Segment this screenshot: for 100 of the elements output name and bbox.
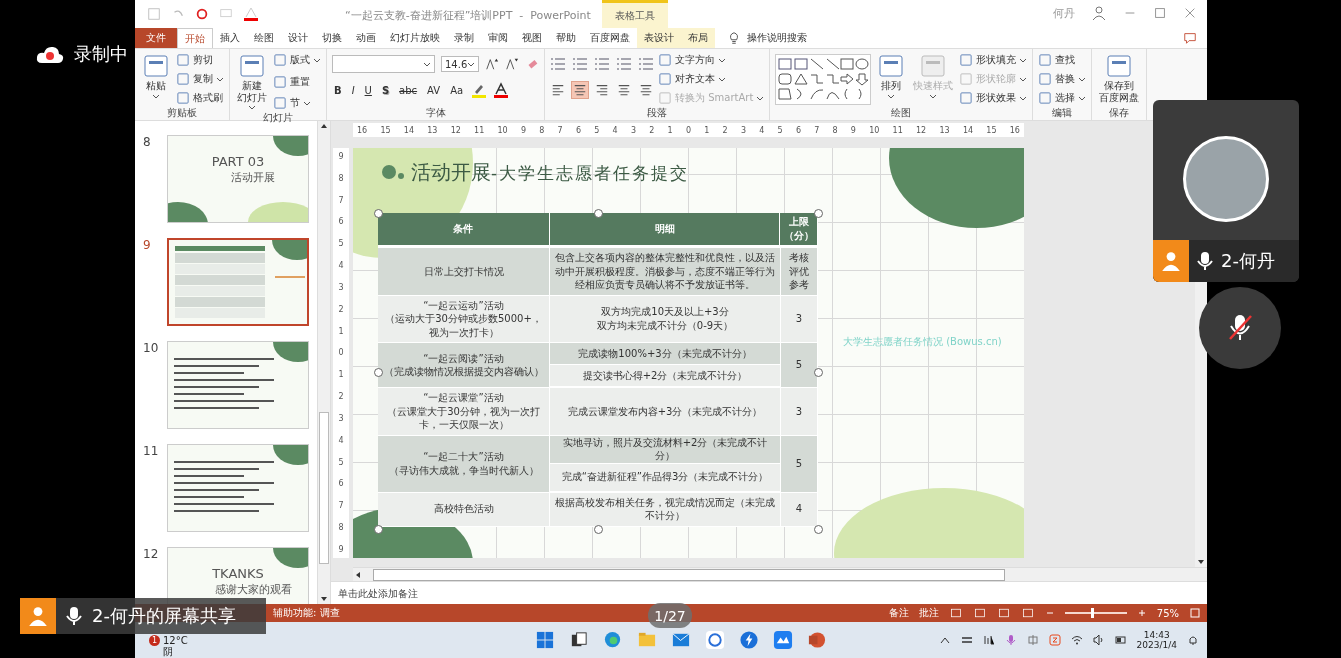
- selection-handle[interactable]: [814, 525, 823, 534]
- format-button[interactable]: U: [362, 84, 374, 96]
- meeting-app-icon[interactable]: [773, 630, 793, 650]
- ribbon-tab[interactable]: 审阅: [481, 28, 515, 48]
- browser-icon[interactable]: [603, 630, 623, 650]
- maximize-icon[interactable]: [1153, 6, 1167, 20]
- reading-view-icon[interactable]: [996, 607, 1011, 619]
- slideshow-icon[interactable]: [1020, 607, 1035, 619]
- speaker-icon[interactable]: [1092, 634, 1105, 646]
- redo-icon[interactable]: [195, 7, 209, 21]
- selection-handle[interactable]: [374, 368, 383, 377]
- comment-icon[interactable]: [1183, 31, 1197, 45]
- selection-handle[interactable]: [814, 209, 823, 218]
- input-method-icon[interactable]: [1026, 634, 1039, 646]
- format-button[interactable]: I: [349, 84, 357, 96]
- ribbon-tab[interactable]: 动画: [349, 28, 383, 48]
- windows-start-icon[interactable]: [535, 630, 555, 650]
- notes-button[interactable]: 备注: [888, 606, 909, 620]
- accessibility-status[interactable]: 辅助功能: 调查: [273, 606, 340, 620]
- ribbon-button[interactable]: 版式: [273, 53, 321, 67]
- presentation-app-icon[interactable]: [807, 630, 827, 650]
- ribbon-button[interactable]: 替换: [1038, 72, 1087, 86]
- ribbon-tab[interactable]: 布局: [681, 28, 715, 48]
- line-spacing-icon[interactable]: [638, 56, 654, 72]
- ribbon-button[interactable]: 节: [273, 96, 321, 110]
- ribbon-button[interactable]: 排列: [875, 53, 908, 99]
- numbering-icon[interactable]: [572, 56, 588, 72]
- slide-thumbnail[interactable]: PART 03 活动开展: [167, 135, 309, 223]
- weather-condition[interactable]: 阴: [149, 646, 188, 657]
- ribbon-button[interactable]: 剪切: [176, 53, 224, 67]
- notification-bell-icon[interactable]: [1187, 634, 1199, 646]
- align-button[interactable]: [572, 82, 588, 98]
- align-button[interactable]: [594, 82, 610, 98]
- ribbon-tab[interactable]: 幻灯片放映: [383, 28, 447, 48]
- fit-slide-icon[interactable]: [1189, 607, 1201, 619]
- grow-font-icon[interactable]: [485, 57, 499, 71]
- slide-sorter-icon[interactable]: [972, 607, 987, 619]
- ribbon-tab[interactable]: 帮助: [549, 28, 583, 48]
- ribbon-button[interactable]: 新建 幻灯片: [235, 53, 269, 110]
- ribbon-button[interactable]: 文字方向: [658, 53, 765, 67]
- sliders-icon[interactable]: [960, 634, 973, 646]
- ribbon-button[interactable]: 复制: [176, 72, 224, 86]
- format-button[interactable]: abc: [397, 84, 420, 96]
- globe-icon[interactable]: [705, 630, 725, 650]
- align-button[interactable]: [638, 82, 654, 98]
- ribbon-tab[interactable]: 文件: [135, 28, 177, 48]
- slide-thumbnail[interactable]: [167, 238, 309, 326]
- format-button[interactable]: AV: [425, 84, 443, 96]
- zoom-slider-thumb[interactable]: [1090, 608, 1094, 618]
- plus-icon[interactable]: [1136, 608, 1147, 618]
- close-icon[interactable]: [1183, 6, 1197, 20]
- ribbon-tab[interactable]: 设计: [281, 28, 315, 48]
- ribbon-button[interactable]: 保存到 百度网盘: [1097, 53, 1142, 103]
- bars-icon[interactable]: [982, 634, 995, 646]
- align-button[interactable]: [616, 82, 632, 98]
- ribbon-button[interactable]: 形状填充: [959, 53, 1028, 67]
- ribbon-button[interactable]: 形状效果: [959, 91, 1028, 105]
- font-name-field[interactable]: [332, 55, 435, 73]
- shrink-font-icon[interactable]: [505, 57, 519, 71]
- ribbon-tab[interactable]: 切换: [315, 28, 349, 48]
- ribbon-tab[interactable]: 绘图: [247, 28, 281, 48]
- selection-handle[interactable]: [374, 209, 383, 218]
- ribbon-button[interactable]: 选择: [1038, 91, 1087, 105]
- ribbon-button[interactable]: 查找: [1038, 53, 1087, 67]
- font-color-icon[interactable]: [493, 82, 510, 98]
- align-button[interactable]: [550, 82, 566, 98]
- wifi-icon[interactable]: [1070, 634, 1083, 646]
- selection-handle[interactable]: [594, 209, 603, 218]
- font-size-field[interactable]: 14.6: [441, 56, 479, 72]
- battery-icon[interactable]: [1114, 634, 1127, 646]
- normal-view-icon[interactable]: [948, 607, 963, 619]
- zoom-level[interactable]: 75%: [1156, 607, 1179, 619]
- increase-indent-icon[interactable]: [616, 56, 632, 72]
- format-button[interactable]: B: [332, 84, 344, 96]
- shapes-gallery-drawing[interactable]: [775, 53, 872, 105]
- selection-handle[interactable]: [374, 525, 383, 534]
- format-button[interactable]: S: [379, 84, 392, 96]
- ribbon-button[interactable]: 重置: [273, 74, 321, 89]
- comments-button[interactable]: 批注: [918, 606, 939, 620]
- ribbon-button[interactable]: 格式刷: [176, 91, 224, 105]
- decrease-indent-icon[interactable]: [594, 56, 610, 72]
- search-field[interactable]: 操作说明搜索: [747, 31, 807, 45]
- slide-thumbnail[interactable]: TKANKS 感谢大家的观看: [167, 547, 309, 604]
- ribbon-tab[interactable]: 百度网盘: [583, 28, 637, 48]
- person-icon[interactable]: [1091, 5, 1107, 21]
- ribbon-tab[interactable]: 表设计: [637, 28, 681, 48]
- ribbon-tab[interactable]: 插入: [213, 28, 247, 48]
- ribbon-button[interactable]: 粘贴: [140, 53, 172, 99]
- clock-time[interactable]: 14:43: [1143, 630, 1170, 640]
- selection-handle[interactable]: [594, 525, 603, 534]
- ribbon-tab[interactable]: 录制: [447, 28, 481, 48]
- highlighter-icon[interactable]: [471, 82, 488, 98]
- ribbon-button[interactable]: 对齐文本: [658, 72, 765, 86]
- bullets-icon[interactable]: [550, 56, 566, 72]
- notes-field[interactable]: 单击此处添加备注: [338, 587, 418, 601]
- format-button[interactable]: Aa: [448, 84, 466, 96]
- ribbon-tab[interactable]: 视图: [515, 28, 549, 48]
- lightning-icon[interactable]: [739, 630, 759, 650]
- temperature[interactable]: 12°C: [163, 635, 188, 646]
- selection-handle[interactable]: [814, 368, 823, 377]
